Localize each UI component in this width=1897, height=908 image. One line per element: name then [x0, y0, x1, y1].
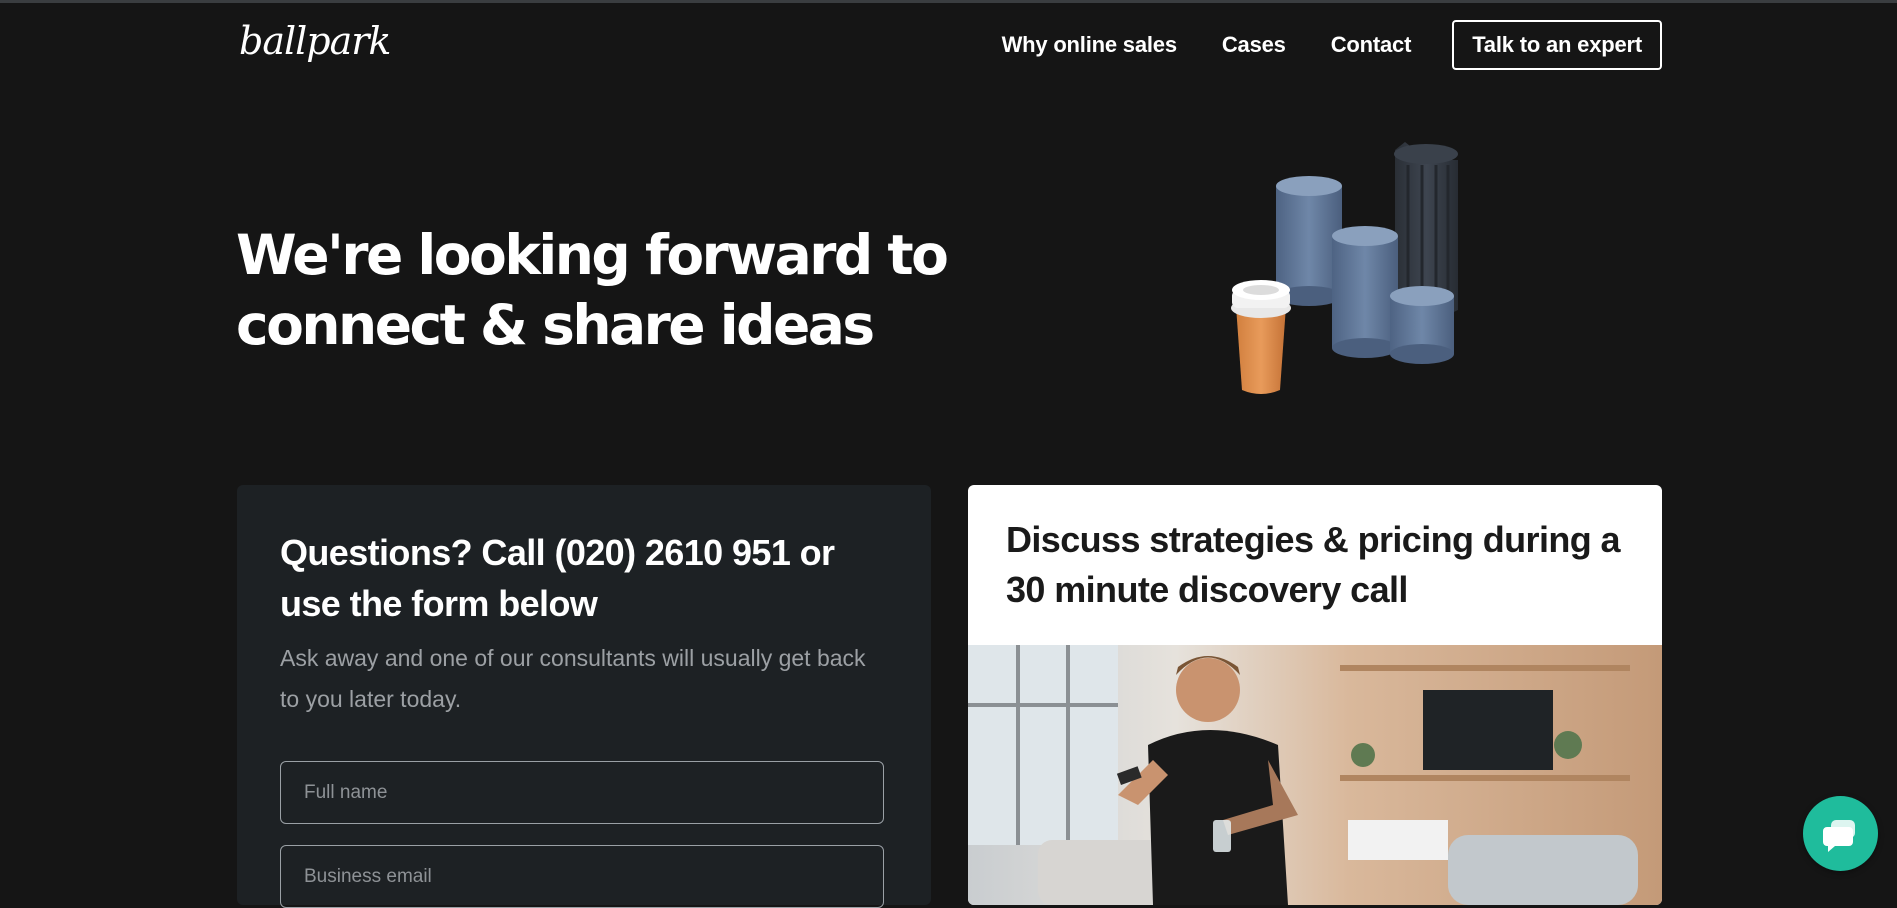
- hero-title-line2: connect & share ideas: [236, 293, 875, 357]
- nav-cases[interactable]: Cases: [1222, 32, 1286, 58]
- chat-icon: [1822, 819, 1855, 852]
- consultant-photo: [968, 645, 1662, 905]
- nav-contact[interactable]: Contact: [1331, 32, 1412, 58]
- hero-illustration: [1231, 142, 1458, 394]
- blue-cylinder-short: [1390, 286, 1454, 364]
- coffee-cup-shape: [1231, 280, 1291, 394]
- blue-cylinder-mid: [1332, 226, 1398, 358]
- ballpark-logo[interactable]: ballpark: [237, 14, 407, 70]
- talk-to-expert-button[interactable]: Talk to an expert: [1452, 20, 1662, 70]
- business-email-placeholder: Business email: [304, 865, 432, 887]
- contact-form-card: Questions? Call (020) 2610 951 or use th…: [237, 485, 931, 908]
- full-name-input[interactable]: Full name: [280, 761, 884, 824]
- hero-title-line1: We're looking forward to: [236, 223, 949, 287]
- business-email-input[interactable]: Business email: [280, 845, 884, 908]
- nav-why-online-sales[interactable]: Why online sales: [1002, 32, 1177, 58]
- full-name-placeholder: Full name: [304, 781, 388, 803]
- discovery-card-title: Discuss strategies & pricing during a 30…: [1006, 519, 1621, 610]
- chat-launcher-button[interactable]: [1803, 796, 1878, 871]
- contact-card-title: Questions? Call (020) 2610 951 or use th…: [280, 532, 835, 624]
- top-border: [0, 0, 1897, 3]
- main-nav: Why online sales Cases Contact Talk to a…: [957, 20, 1662, 70]
- discovery-call-card[interactable]: Discuss strategies & pricing during a 30…: [968, 485, 1662, 905]
- logo-text: ballpark: [239, 19, 390, 63]
- contact-card-subtitle: Ask away and one of our consultants will…: [280, 645, 866, 712]
- hero-title: We're looking forward to connect & share…: [236, 220, 1056, 360]
